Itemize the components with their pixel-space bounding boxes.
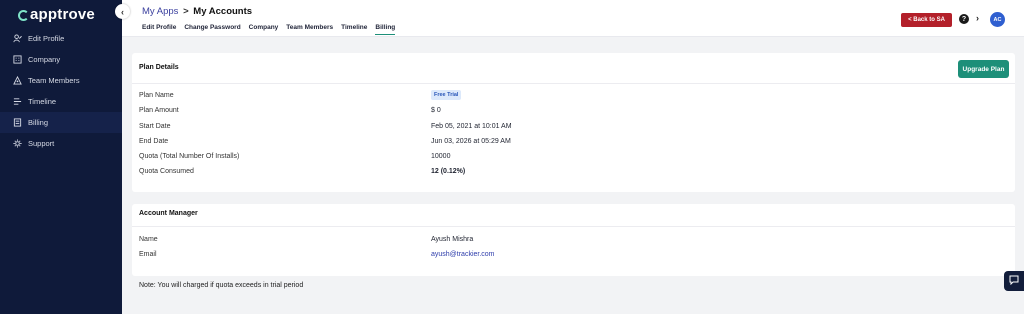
quota-consumed-value: 12 (0.12%)	[431, 168, 466, 175]
manager-name-label: Name	[139, 236, 158, 243]
account-manager-card: Account Manager Name Ayush Mishra Email …	[132, 204, 1015, 276]
sidebar-item-billing[interactable]: Billing	[0, 112, 122, 133]
team-icon	[13, 76, 22, 85]
sidebar-item-label: Support	[28, 139, 55, 148]
support-icon	[13, 139, 22, 148]
plan-name-value: Free Trial	[431, 90, 462, 100]
start-date-value: Feb 05, 2021 at 10:01 AM	[431, 123, 512, 130]
end-date-value: Jun 03, 2026 at 05:29 AM	[431, 138, 511, 145]
account-tabs: Edit Profile Change Password Company Tea…	[142, 24, 403, 35]
trial-note-bar: Note: You will charged if quota exceeds …	[132, 276, 1015, 298]
quota-total-value: 10000	[431, 153, 451, 160]
sidebar-item-label: Company	[28, 55, 61, 64]
divider	[132, 226, 1015, 227]
plan-details-title: Plan Details	[139, 64, 179, 71]
sidebar-item-support[interactable]: Support	[0, 133, 122, 154]
tab-change-password[interactable]: Change Password	[184, 24, 240, 35]
avatar[interactable]: AC	[990, 12, 1005, 27]
sidebar-collapse-button[interactable]: ‹	[115, 4, 130, 19]
tab-billing[interactable]: Billing	[375, 24, 396, 35]
building-icon	[13, 55, 22, 64]
tab-timeline[interactable]: Timeline	[341, 24, 367, 35]
sidebar: apptrove Edit Profile Company Team Membe…	[0, 0, 122, 314]
sidebar-item-timeline[interactable]: Timeline	[0, 91, 122, 112]
plan-amount-label: Plan Amount	[139, 107, 179, 114]
plan-amount-value: $ 0	[431, 107, 441, 114]
timeline-icon	[13, 97, 22, 106]
manager-email-label: Email	[139, 251, 157, 258]
start-date-label: Start Date	[139, 123, 171, 130]
manager-name-value: Ayush Mishra	[431, 236, 474, 243]
help-icon[interactable]: ?	[959, 14, 969, 24]
manager-email-link[interactable]: ayush@trackier.com	[431, 251, 495, 258]
sidebar-nav: Edit Profile Company Team Members Timeli…	[0, 28, 122, 154]
tab-team-members[interactable]: Team Members	[286, 24, 333, 35]
sidebar-item-edit-profile[interactable]: Edit Profile	[0, 28, 122, 49]
breadcrumb: My Apps > My Accounts	[142, 6, 252, 17]
tab-edit-profile[interactable]: Edit Profile	[142, 24, 176, 35]
plan-badge: Free Trial	[431, 90, 462, 100]
chat-widget-button[interactable]	[1004, 271, 1024, 291]
plan-details-card: Plan Details Upgrade Plan Plan Name Free…	[132, 53, 1015, 192]
chat-icon	[1009, 275, 1019, 287]
page-title: My Accounts	[193, 6, 253, 17]
end-date-label: End Date	[139, 138, 169, 145]
trial-note: Note: You will charged if quota exceeds …	[139, 282, 304, 289]
billing-icon	[13, 118, 22, 127]
quota-total-label: Quota (Total Number Of Installs)	[139, 153, 240, 160]
chevron-left-icon: ‹	[121, 6, 124, 17]
sidebar-item-company[interactable]: Company	[0, 49, 122, 70]
quota-consumed-label: Quota Consumed	[139, 168, 194, 175]
sidebar-item-label: Team Members	[28, 76, 80, 85]
breadcrumb-separator: >	[183, 6, 189, 17]
account-manager-title: Account Manager	[139, 210, 198, 217]
sidebar-item-team-members[interactable]: Team Members	[0, 70, 122, 91]
divider	[132, 83, 1015, 84]
brand-logo[interactable]: apptrove	[18, 6, 95, 23]
plan-name-label: Plan Name	[139, 92, 174, 99]
page-header: My Apps > My Accounts Edit Profile Chang…	[122, 0, 1024, 37]
upgrade-plan-button[interactable]: Upgrade Plan	[958, 60, 1009, 78]
logo-icon	[18, 10, 29, 21]
user-edit-icon	[13, 34, 22, 43]
breadcrumb-link-my-apps[interactable]: My Apps	[142, 6, 178, 17]
sidebar-item-label: Timeline	[28, 97, 57, 106]
sidebar-item-label: Edit Profile	[28, 34, 65, 43]
brand-name: apptrove	[30, 6, 95, 23]
back-to-sa-button[interactable]: < Back to SA	[901, 13, 952, 27]
tab-company[interactable]: Company	[249, 24, 279, 35]
sidebar-item-label: Billing	[28, 118, 49, 127]
chevron-right-icon[interactable]: ›	[976, 13, 979, 23]
